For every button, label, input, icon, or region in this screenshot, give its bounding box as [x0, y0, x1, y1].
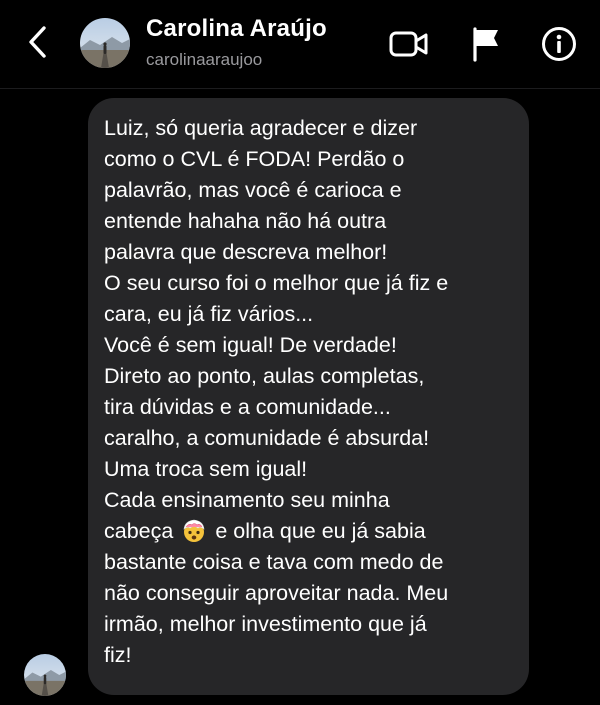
message-line: irmão, melhor investimento que já [104, 612, 427, 636]
info-button[interactable] [538, 24, 580, 64]
message-line: não conseguir aproveitar nada. Meu [104, 581, 449, 605]
contact-avatar[interactable] [80, 18, 130, 68]
message-line: bastante coisa e tava com medo de [104, 550, 444, 574]
back-button[interactable] [20, 22, 56, 62]
message-line: Você é sem igual! De verdade! [104, 333, 397, 357]
report-button[interactable] [464, 24, 506, 64]
video-camera-icon [389, 31, 428, 57]
message-line: fiz! [104, 643, 132, 667]
video-call-button[interactable] [388, 24, 430, 64]
message-line: cara, eu já fiz vários... [104, 302, 314, 326]
contact-name[interactable]: Carolina Araújo [146, 15, 327, 43]
message-line: Cada ensinamento seu minha [104, 488, 390, 512]
chat-header: Carolina Araújo carolinaaraujoo [0, 0, 600, 89]
info-icon [542, 27, 576, 61]
message-text: e olha que eu já sabia [215, 519, 426, 543]
message-line: Uma troca sem igual! [104, 457, 308, 481]
message-line: O seu curso foi o melhor que já fiz e [104, 271, 449, 295]
flag-icon [473, 27, 498, 62]
message-line: palavra que descreva melhor! [104, 240, 388, 264]
message-line: entende hahaha não há outra [104, 209, 387, 233]
contact-handle: carolinaaraujoo [146, 50, 263, 69]
message-line: como o CVL é FODA! Perdão o [104, 147, 405, 171]
avatar-photo [24, 654, 66, 696]
exploding-head-emoji [183, 519, 205, 542]
message-line: palavrão, mas você é carioca e [104, 178, 402, 202]
message-line-with-emoji: cabeça e olha que eu já sabia [104, 516, 515, 547]
message-line: Luiz, só queria agradecer e dizer [104, 116, 418, 140]
chevron-left-icon [29, 26, 46, 58]
message-bubble[interactable]: Luiz, só queria agradecer e dizer como o… [88, 98, 529, 695]
avatar-photo [80, 18, 130, 68]
message-line: caralho, a comunidade é absurda! [104, 426, 430, 450]
message-line: tira dúvidas e a comunidade... [104, 395, 391, 419]
sender-avatar[interactable] [24, 654, 66, 696]
message-line: Direto ao ponto, aulas completas, [104, 364, 425, 388]
message-text: cabeça [104, 519, 174, 543]
